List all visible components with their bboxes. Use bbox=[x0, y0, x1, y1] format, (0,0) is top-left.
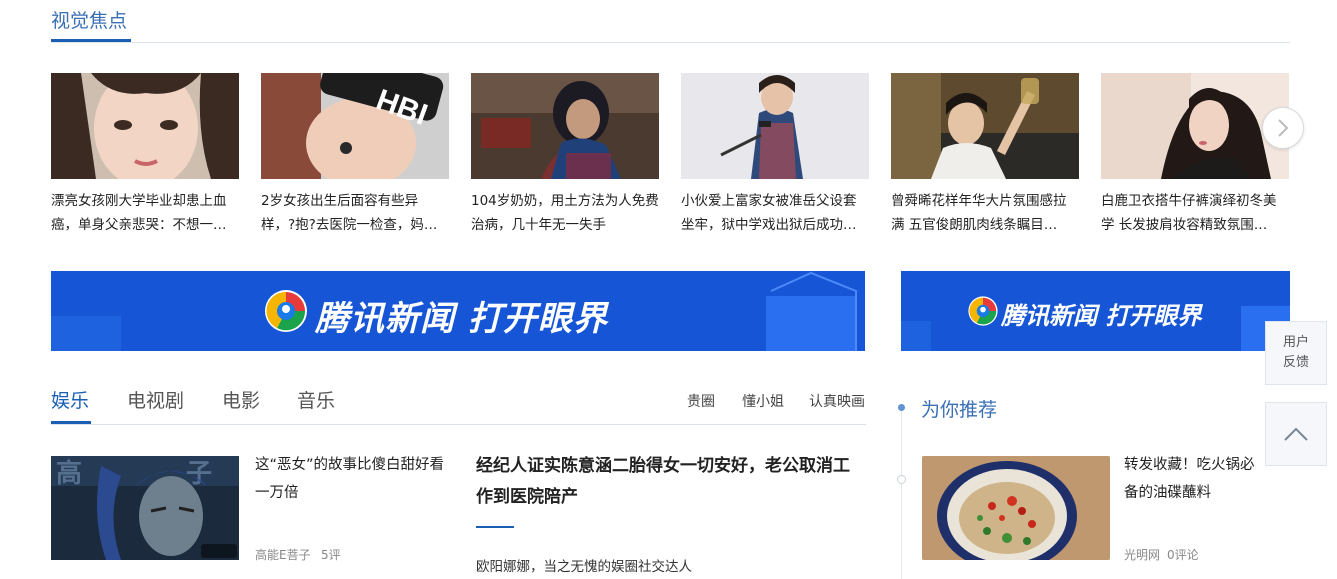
feed-item-source[interactable]: 高能E菩子 bbox=[255, 546, 311, 563]
focus-card-6[interactable]: 白鹿卫衣搭牛仔裤演绎初冬美学 长发披肩妆容精致氛围… bbox=[1101, 73, 1289, 237]
tencent-news-banner-side[interactable]: 腾讯新闻 打开眼界 bbox=[901, 271, 1290, 351]
svg-text:高: 高 bbox=[56, 458, 82, 488]
focus-thumb-actor[interactable] bbox=[891, 73, 1079, 179]
back-to-top-button[interactable] bbox=[1265, 402, 1327, 466]
focus-caption[interactable]: 104岁奶奶，用土方法为人免费治病，几十年无一失手 bbox=[471, 189, 659, 237]
headline-title[interactable]: 经纪人证实陈意涵二胎得女一切安好，老公取消工作到医院陪产 bbox=[476, 451, 866, 513]
timeline-dot-hollow bbox=[897, 475, 906, 484]
tab-divider bbox=[51, 424, 866, 425]
recommend-item-comments[interactable]: 0评论 bbox=[1167, 546, 1199, 563]
tab-tv-series[interactable]: 电视剧 bbox=[127, 386, 184, 413]
focus-caption[interactable]: 白鹿卫衣搭牛仔裤演绎初冬美学 长发披肩妆容精致氛围… bbox=[1101, 189, 1289, 237]
focus-thumb-bailu[interactable] bbox=[1101, 73, 1289, 179]
focus-caption[interactable]: 小伙爱上富家女被准岳父设套坐牢，狱中学戏出狱后成功… bbox=[681, 189, 869, 237]
feed-item-title[interactable]: 这“恶女”的故事比傻白甜好看一万倍 bbox=[255, 451, 450, 507]
subtab-dongxiaojie[interactable]: 懂小姐 bbox=[742, 391, 784, 411]
sub-headline[interactable]: 欧阳娜娜，当之无愧的娱圈社交达人 bbox=[476, 555, 692, 575]
recommend-item-source[interactable]: 光明网 bbox=[1124, 546, 1160, 563]
section-title-visual-focus: 视觉焦点 bbox=[51, 10, 128, 32]
carousel-next-button[interactable] bbox=[1262, 107, 1304, 149]
timeline-line bbox=[901, 407, 902, 579]
subtab-renzhenyinghua[interactable]: 认真映画 bbox=[809, 391, 865, 411]
focus-caption[interactable]: 曾舜晞花样年华大片氛围感拉满 五官俊朗肌肉线条瞩目… bbox=[891, 189, 1079, 237]
feed-thumb-arcane[interactable]: 高 子 bbox=[51, 456, 239, 560]
focus-card-3[interactable]: 104岁奶奶，用土方法为人免费治病，几十年无一失手 bbox=[471, 73, 659, 237]
tab-entertainment[interactable]: 娱乐 bbox=[51, 386, 89, 413]
user-feedback-label: 用户反馈 bbox=[1282, 335, 1309, 370]
recommend-title: 为你推荐 bbox=[921, 399, 998, 421]
focus-thumb-speaker[interactable] bbox=[681, 73, 869, 179]
focus-card-5[interactable]: 曾舜晞花样年华大片氛围感拉满 五官俊朗肌肉线条瞩目… bbox=[891, 73, 1079, 237]
chevron-right-icon bbox=[1278, 119, 1289, 137]
recommend-item-title[interactable]: 转发收藏！吃火锅必备的油碟蘸料 bbox=[1124, 451, 1264, 507]
banner-slogan: 腾讯新闻 打开眼界 bbox=[1001, 302, 1202, 330]
tencent-news-banner-main[interactable]: 腾讯新闻 打开眼界 bbox=[51, 271, 865, 351]
focus-caption[interactable]: 2岁女孩出生后面容有些异样，?抱?去医院一检查，妈… bbox=[261, 189, 449, 237]
timeline-dot bbox=[898, 404, 905, 411]
focus-card-4[interactable]: 小伙爱上富家女被准岳父设套坐牢，狱中学戏出狱后成功… bbox=[681, 73, 869, 237]
focus-thumb-baby[interactable]: HBI bbox=[261, 73, 449, 179]
focus-card-1[interactable]: 漂亮女孩刚大学毕业却患上血癌，单身父亲悲哭：不想一… bbox=[51, 73, 239, 237]
recommend-thumb-hotpot-sauce[interactable] bbox=[922, 456, 1110, 560]
tencent-news-logo-icon bbox=[263, 288, 309, 338]
svg-text:子: 子 bbox=[186, 458, 212, 488]
section-divider bbox=[51, 42, 1290, 43]
headline-accent-line bbox=[476, 526, 514, 528]
focus-card-2[interactable]: HBI 2岁女孩出生后面容有些异样，?抱?去医院一检查，妈… bbox=[261, 73, 449, 237]
tencent-news-logo-icon bbox=[967, 295, 999, 331]
tab-movies[interactable]: 电影 bbox=[222, 386, 260, 413]
feed-item-comments[interactable]: 5评 bbox=[321, 546, 341, 563]
user-feedback-button[interactable]: 用户反馈 bbox=[1265, 321, 1327, 385]
focus-thumb-girl-portrait[interactable] bbox=[51, 73, 239, 179]
subtab-guiquan[interactable]: 贵圈 bbox=[687, 391, 715, 411]
chevron-up-icon bbox=[1284, 427, 1308, 441]
banner-slogan: 腾讯新闻 打开眼界 bbox=[315, 299, 608, 339]
focus-thumb-grandma[interactable] bbox=[471, 73, 659, 179]
tab-music[interactable]: 音乐 bbox=[297, 386, 335, 413]
focus-caption[interactable]: 漂亮女孩刚大学毕业却患上血癌，单身父亲悲哭：不想一… bbox=[51, 189, 239, 237]
